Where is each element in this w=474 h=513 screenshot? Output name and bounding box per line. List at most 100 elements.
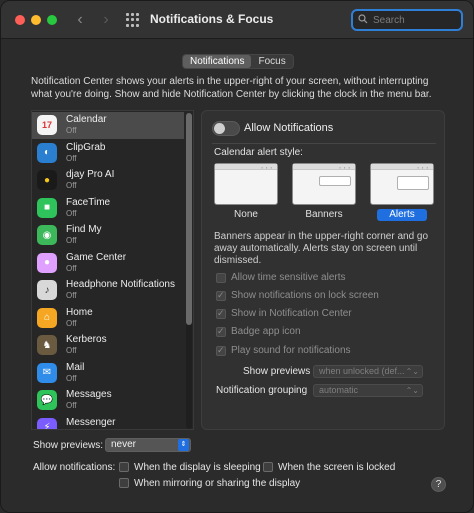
list-item[interactable]: ◐ ClipGrab Off <box>32 140 184 167</box>
djay-icon: ● <box>37 170 57 190</box>
app-status: Off <box>66 291 77 300</box>
option-label: Allow time sensitive alerts <box>231 272 346 283</box>
grouping-value: automatic <box>319 385 359 395</box>
grouping-row-label: Notification grouping <box>216 385 308 396</box>
app-list[interactable]: ⚡MessengerOff💬MessagesOff✉MailOff♞Kerber… <box>31 110 194 430</box>
style-none-label[interactable]: None <box>214 209 278 220</box>
list-item[interactable]: ⚡ MessengerOff <box>32 415 184 430</box>
search-input[interactable] <box>373 13 459 27</box>
headphone-icon: ♪ <box>37 280 57 300</box>
option-label: Show in Notification Center <box>231 308 352 319</box>
search-field[interactable] <box>351 9 463 31</box>
bottom-show-previews-popup[interactable]: never ⇕ <box>105 438 191 452</box>
mirroring-checkbox[interactable] <box>119 478 129 488</box>
tab-focus[interactable]: Focus <box>251 55 292 68</box>
show-previews-popup[interactable]: when unlocked (def... ⌃⌄ <box>313 365 423 378</box>
app-name: Headphone Notifications <box>66 279 175 290</box>
mail-icon: ✉ <box>37 362 57 383</box>
app-name: Messenger <box>66 416 116 428</box>
style-banners-preview[interactable]: ▪ ▪ ▪ <box>292 163 356 205</box>
alert-style-label: Calendar alert style: <box>214 147 303 158</box>
search-icon <box>358 14 368 24</box>
app-name: Kerberos <box>66 334 107 345</box>
minimize-window-button[interactable] <box>31 15 41 25</box>
toggle-knob <box>214 123 225 134</box>
clipgrab-icon: ◐ <box>37 142 57 163</box>
app-status: Off <box>66 263 77 273</box>
app-name: Calendar <box>66 114 107 125</box>
app-status: Off <box>66 401 77 410</box>
app-status: Off <box>66 346 77 355</box>
app-name: Home <box>66 306 93 318</box>
tab-segmented-control: Notifications Focus <box>182 54 294 69</box>
home-icon: ⌂ <box>37 307 57 328</box>
list-item[interactable]: ■ FaceTime Off <box>32 195 184 222</box>
calendar-icon: 17 <box>37 115 57 135</box>
checkbox[interactable] <box>216 345 226 356</box>
list-item[interactable]: 17 Calendar Off <box>32 112 184 139</box>
locked-checkbox[interactable] <box>263 462 273 472</box>
list-item[interactable]: ♞ Kerberos Off <box>32 332 184 359</box>
allow-notifications-label: Allow notifications: <box>33 462 116 473</box>
chevron-updown-icon: ⌃⌄ <box>405 386 419 395</box>
back-icon[interactable]: ‹ <box>71 10 89 30</box>
system-preferences-window: ‹ › Notifications & Focus Notifications … <box>0 0 474 513</box>
style-none-preview[interactable]: ▪ ▪ ▪ <box>214 163 278 205</box>
messenger-icon: ⚡ <box>37 417 57 429</box>
sleeping-checkbox[interactable] <box>119 462 129 472</box>
app-name: ClipGrab <box>66 141 106 153</box>
app-list-scrollbar[interactable] <box>186 113 192 429</box>
scroll-thumb[interactable] <box>186 113 192 325</box>
checkbox[interactable] <box>216 273 226 283</box>
list-item[interactable]: 💬 Messages Off <box>32 387 184 414</box>
checkbox[interactable] <box>216 326 226 337</box>
app-status: Off <box>66 181 77 190</box>
list-item[interactable]: ● djay Pro AI Off <box>32 167 184 194</box>
style-banners-label[interactable]: Banners <box>292 209 356 220</box>
locked-label: When the screen is locked <box>278 462 396 473</box>
chevron-updown-icon: ⇕ <box>178 439 189 451</box>
bottom-show-previews-value: never <box>111 439 137 450</box>
list-item[interactable]: ✉ Mail Off <box>32 360 184 387</box>
app-name: djay Pro AI <box>66 169 115 180</box>
show-previews-row-label: Show previews <box>243 366 311 377</box>
allow-notifications-label: Allow Notifications <box>244 122 334 134</box>
divider <box>212 143 436 144</box>
list-item[interactable]: ⌂ Home Off <box>32 305 184 332</box>
app-name: Game Center <box>66 251 127 263</box>
option-label: Play sound for notifications <box>231 345 351 356</box>
allow-notifications-toggle[interactable] <box>212 121 240 136</box>
notification-center-description: Notification Center shows your alerts in… <box>31 76 432 100</box>
banner-description: Banners appear in the upper-right corner… <box>214 231 429 266</box>
tab-notifications[interactable]: Notifications <box>183 55 252 68</box>
zoom-window-button[interactable] <box>47 15 57 25</box>
show-previews-value: when unlocked (def... <box>319 366 405 376</box>
findmy-icon: ◉ <box>37 225 57 245</box>
show-all-grid-icon[interactable] <box>126 13 140 27</box>
forward-icon[interactable]: › <box>97 10 115 30</box>
app-status: Off <box>66 236 77 245</box>
option-label: Show notifications on lock screen <box>231 290 379 301</box>
list-item[interactable]: ◉ Find My Off <box>32 222 184 249</box>
help-button[interactable]: ? <box>431 477 446 492</box>
app-status: Off <box>66 429 77 430</box>
style-alerts-label[interactable]: Alerts <box>377 209 427 221</box>
style-alerts-preview[interactable]: ▪ ▪ ▪ <box>370 163 434 205</box>
list-item[interactable]: ● Game Center Off <box>32 250 184 277</box>
checkbox[interactable] <box>216 290 226 301</box>
app-status: Off <box>66 208 77 218</box>
mirroring-label: When mirroring or sharing the display <box>134 478 301 489</box>
close-window-button[interactable] <box>15 15 25 25</box>
grouping-popup[interactable]: automatic ⌃⌄ <box>313 384 423 397</box>
app-name: FaceTime <box>66 196 111 208</box>
app-settings-panel: Allow Notifications Calendar alert style… <box>201 110 445 430</box>
app-status: Off <box>66 126 77 135</box>
chevron-updown-icon: ⌃⌄ <box>405 367 419 376</box>
sleeping-label: When the display is sleeping <box>134 462 261 473</box>
app-name: Find My <box>66 224 102 235</box>
checkbox[interactable] <box>216 308 226 319</box>
option-label: Badge app icon <box>231 326 301 337</box>
list-item[interactable]: ♪ Headphone Notifications Off <box>32 277 184 304</box>
app-status: Off <box>66 373 77 383</box>
app-status: Off <box>66 153 77 163</box>
